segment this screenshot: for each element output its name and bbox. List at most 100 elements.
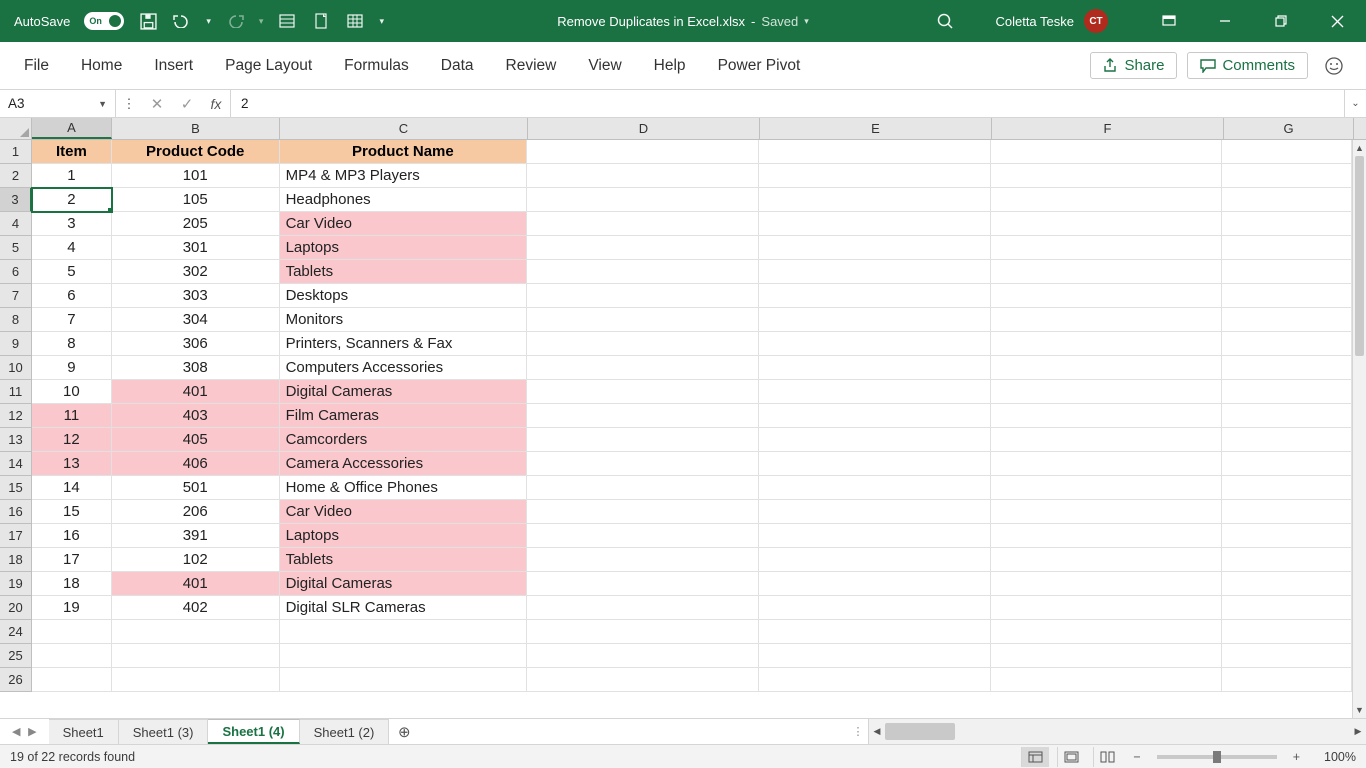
cell[interactable] (527, 332, 759, 356)
cell[interactable] (1222, 308, 1352, 332)
sheet-tab[interactable]: Sheet1 (3) (119, 719, 209, 744)
cell[interactable] (759, 428, 991, 452)
cell[interactable]: Tablets (280, 260, 528, 284)
cell[interactable] (112, 620, 280, 644)
scroll-up-icon[interactable]: ▲ (1353, 140, 1366, 156)
cell[interactable]: Digital Cameras (280, 572, 528, 596)
cell[interactable] (759, 572, 991, 596)
cell[interactable]: 303 (112, 284, 280, 308)
cell[interactable] (527, 452, 759, 476)
cell[interactable]: 1 (32, 164, 112, 188)
row-header[interactable]: 25 (0, 644, 32, 668)
cell[interactable]: 18 (32, 572, 112, 596)
cell[interactable] (991, 428, 1223, 452)
new-sheet-button[interactable]: ⊕ (389, 719, 419, 744)
cell[interactable] (759, 644, 991, 668)
cell[interactable]: 12 (32, 428, 112, 452)
cell[interactable]: 102 (112, 548, 280, 572)
row-header[interactable]: 26 (0, 668, 32, 692)
select-all-corner[interactable] (0, 118, 32, 139)
column-header-D[interactable]: D (528, 118, 760, 139)
cell[interactable] (991, 188, 1223, 212)
cell[interactable]: Camcorders (280, 428, 528, 452)
cell[interactable] (991, 596, 1223, 620)
ribbon-tab-data[interactable]: Data (425, 42, 490, 89)
cell[interactable] (759, 596, 991, 620)
cell[interactable] (991, 212, 1223, 236)
cell[interactable] (32, 644, 112, 668)
cell[interactable] (759, 524, 991, 548)
cell[interactable] (759, 380, 991, 404)
column-header-B[interactable]: B (112, 118, 280, 139)
cell[interactable]: 501 (112, 476, 280, 500)
cell[interactable]: 105 (112, 188, 280, 212)
scroll-right-icon[interactable]: ▶ (1350, 726, 1366, 737)
cell[interactable] (1222, 164, 1352, 188)
cell[interactable]: 308 (112, 356, 280, 380)
cell[interactable] (991, 452, 1223, 476)
cell[interactable] (1222, 620, 1352, 644)
comments-button[interactable]: Comments (1187, 52, 1308, 79)
cell[interactable] (280, 620, 528, 644)
cell[interactable]: 403 (112, 404, 280, 428)
cell[interactable] (991, 332, 1223, 356)
normal-view-icon[interactable] (1021, 747, 1049, 767)
cell[interactable] (527, 260, 759, 284)
row-header[interactable]: 2 (0, 164, 32, 188)
cell[interactable] (1222, 428, 1352, 452)
cell[interactable] (759, 308, 991, 332)
zoom-out-icon[interactable]: − (1129, 750, 1144, 764)
cell[interactable] (527, 668, 759, 692)
hscroll-thumb[interactable] (885, 723, 955, 740)
cell[interactable] (527, 500, 759, 524)
cell[interactable] (527, 284, 759, 308)
ribbon-tab-review[interactable]: Review (490, 42, 573, 89)
cell[interactable] (527, 548, 759, 572)
ribbon-tab-formulas[interactable]: Formulas (328, 42, 425, 89)
cell[interactable]: 14 (32, 476, 112, 500)
enter-formula-icon[interactable]: ✓ (172, 95, 202, 113)
cell[interactable] (1222, 668, 1352, 692)
cell[interactable]: Item (32, 140, 112, 164)
cell[interactable]: 406 (112, 452, 280, 476)
cell[interactable] (1222, 332, 1352, 356)
ribbon-tab-power-pivot[interactable]: Power Pivot (702, 42, 817, 89)
cell[interactable] (759, 356, 991, 380)
cell[interactable] (527, 140, 759, 164)
cell[interactable] (759, 212, 991, 236)
cell[interactable] (527, 596, 759, 620)
cell[interactable] (991, 644, 1223, 668)
row-header[interactable]: 17 (0, 524, 32, 548)
cell[interactable] (759, 476, 991, 500)
cell[interactable] (759, 236, 991, 260)
cell[interactable]: 302 (112, 260, 280, 284)
redo-icon[interactable] (225, 11, 245, 31)
row-header[interactable]: 16 (0, 500, 32, 524)
cell[interactable]: 304 (112, 308, 280, 332)
ribbon-tab-home[interactable]: Home (65, 42, 138, 89)
cell[interactable] (991, 140, 1223, 164)
cell[interactable]: 13 (32, 452, 112, 476)
row-header[interactable]: 3 (0, 188, 32, 212)
zoom-in-icon[interactable]: + (1289, 750, 1304, 764)
row-header[interactable]: 1 (0, 140, 32, 164)
cell[interactable]: Product Name (280, 140, 528, 164)
cell[interactable]: Car Video (280, 500, 528, 524)
cell[interactable]: 5 (32, 260, 112, 284)
print-preview-icon[interactable] (311, 11, 331, 31)
cell[interactable]: Digital Cameras (280, 380, 528, 404)
ribbon-tab-page-layout[interactable]: Page Layout (209, 42, 328, 89)
column-header-G[interactable]: G (1224, 118, 1354, 139)
ribbon-tab-help[interactable]: Help (638, 42, 702, 89)
zoom-slider[interactable] (1157, 755, 1277, 759)
cell[interactable] (991, 668, 1223, 692)
formula-expand-icon[interactable]: ⌄ (1344, 90, 1366, 117)
table-icon[interactable] (345, 11, 365, 31)
cell[interactable] (759, 668, 991, 692)
cell[interactable] (759, 164, 991, 188)
cell[interactable]: 401 (112, 572, 280, 596)
cell[interactable] (1222, 596, 1352, 620)
row-header[interactable]: 15 (0, 476, 32, 500)
cell[interactable] (1222, 356, 1352, 380)
cell[interactable] (527, 620, 759, 644)
